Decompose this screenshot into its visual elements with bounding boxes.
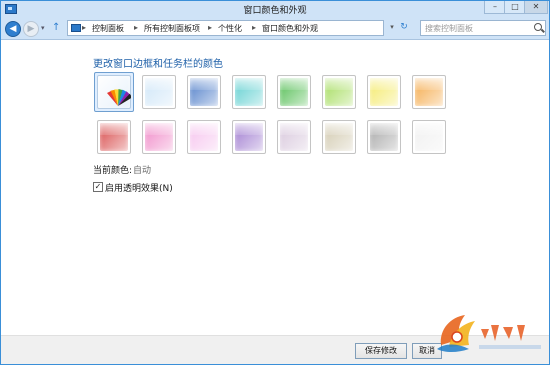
color-swatch-lavender[interactable] <box>277 120 311 154</box>
swatch-gloss <box>235 78 263 90</box>
swatch-gloss <box>145 78 173 90</box>
page-heading: 更改窗口边框和任务栏的颜色 <box>93 59 223 70</box>
swatch-gloss <box>370 123 398 135</box>
swatch-gloss <box>325 78 353 90</box>
color-swatch-lime[interactable] <box>322 75 356 109</box>
maximize-button[interactable]: □ <box>504 1 526 14</box>
color-swatch-pink[interactable] <box>142 120 176 154</box>
current-color-value: 自动 <box>133 166 152 176</box>
color-swatch-taupe[interactable] <box>322 120 356 154</box>
swatch-gloss <box>100 123 128 135</box>
transparency-checkbox[interactable]: ✓ <box>93 182 103 192</box>
current-color-label: 当前颜色: <box>93 166 133 176</box>
color-swatch-teal[interactable] <box>232 75 266 109</box>
breadcrumb-personalization[interactable]: 个性化 <box>218 23 242 34</box>
swatch-gloss <box>145 123 173 135</box>
swatch-gloss <box>280 123 308 135</box>
color-swatch-yellow[interactable] <box>367 75 401 109</box>
color-swatch-frost[interactable] <box>412 120 446 154</box>
address-dropdown-button[interactable]: ▾ <box>386 20 398 34</box>
address-bar[interactable]: ▸ 控制面板 ▸ 所有控制面板项 ▸ 个性化 ▸ 窗口颜色和外观 <box>67 20 384 36</box>
breadcrumb-separator[interactable]: ▸ <box>82 23 86 32</box>
window-title: 窗口颜色和外观 <box>243 6 307 16</box>
swatch-gloss <box>325 123 353 135</box>
breadcrumb-separator[interactable]: ▸ <box>208 23 212 32</box>
save-changes-button[interactable]: 保存修改 <box>355 343 407 359</box>
search-icon[interactable] <box>534 23 542 31</box>
swatch-gloss <box>190 123 218 135</box>
color-swatch-automatic[interactable] <box>94 72 134 112</box>
color-swatch-purple[interactable] <box>232 120 266 154</box>
breadcrumb-separator[interactable]: ▸ <box>134 23 138 32</box>
breadcrumb-window-color[interactable]: 窗口颜色和外观 <box>262 23 318 34</box>
watermark-logo <box>437 315 541 352</box>
close-button[interactable]: ✕ <box>524 1 548 14</box>
breadcrumb-separator[interactable]: ▸ <box>252 23 256 32</box>
title-bar: 窗口颜色和外观 – □ ✕ <box>1 1 549 17</box>
swatch-gloss <box>415 78 443 90</box>
control-panel-icon <box>71 24 81 32</box>
color-swatch-blue[interactable] <box>187 75 221 109</box>
color-swatch-sky[interactable] <box>142 75 176 109</box>
window: 窗口颜色和外观 – □ ✕ ◀ ▶ ▾ ↑ ▸ 控制面板 ▸ 所有控制面板项 ▸… <box>0 0 550 365</box>
swatch-gloss <box>415 123 443 135</box>
color-swatch-gray[interactable] <box>367 120 401 154</box>
swatch-gloss <box>370 78 398 90</box>
minimize-button[interactable]: – <box>484 1 506 14</box>
back-button[interactable]: ◀ <box>5 21 21 37</box>
search-input[interactable]: 搜索控制面板 <box>420 20 546 36</box>
swatch-gloss <box>280 78 308 90</box>
up-button[interactable]: ↑ <box>52 22 60 33</box>
color-swatch-light-pink[interactable] <box>187 120 221 154</box>
swatch-gloss <box>190 78 218 90</box>
transparency-checkbox-label[interactable]: 启用透明效果(N) <box>105 181 173 194</box>
swatch-gloss <box>235 123 263 135</box>
recent-pages-dropdown[interactable]: ▾ <box>41 24 45 32</box>
color-swatch-orange[interactable] <box>412 75 446 109</box>
search-placeholder: 搜索控制面板 <box>425 24 473 33</box>
forward-button[interactable]: ▶ <box>23 21 39 37</box>
navigation-bar: ◀ ▶ ▾ ↑ ▸ 控制面板 ▸ 所有控制面板项 ▸ 个性化 ▸ 窗口颜色和外观… <box>1 17 549 40</box>
breadcrumb-all-items[interactable]: 所有控制面板项 <box>144 23 200 34</box>
color-swatch-green[interactable] <box>277 75 311 109</box>
color-palette-icon <box>107 88 131 106</box>
refresh-button[interactable]: ↻ <box>398 20 410 34</box>
color-swatch-red[interactable] <box>97 120 131 154</box>
breadcrumb-control-panel[interactable]: 控制面板 <box>92 23 124 34</box>
